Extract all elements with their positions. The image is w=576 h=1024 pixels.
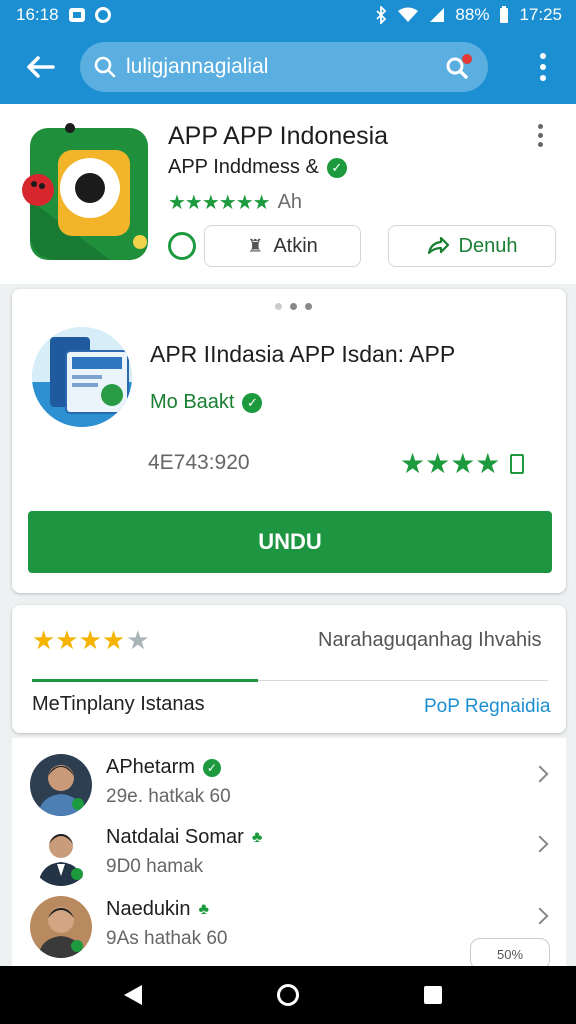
more-options-button[interactable] [530, 53, 556, 81]
chevron-right-icon[interactable] [531, 765, 549, 783]
chevron-right-icon[interactable] [531, 907, 549, 925]
rating-summary: Narahaguqanhag Ihvahis [318, 629, 542, 651]
featured-app-image[interactable] [32, 327, 132, 427]
featured-app-rating-stars: ★★★★ [400, 448, 501, 479]
featured-app-developer-name: Mo Baakt [150, 391, 235, 413]
signal-icon [430, 8, 445, 22]
app-title: APP APP Indonesia [168, 122, 389, 150]
app-rating: ★★★★★★ Ah [168, 190, 302, 215]
verified-icon: ✓ [326, 157, 347, 178]
thumbs-up-icon: ♣ [251, 828, 263, 846]
avatar [30, 754, 92, 816]
review-meta: 29e. hatkak 60 [106, 786, 231, 807]
bluetooth-icon [376, 6, 387, 24]
nav-recents-icon[interactable] [424, 986, 442, 1004]
featured-app-rating: ★★★★ [400, 447, 525, 480]
avatar [30, 824, 92, 886]
status-time-left: 16:18 [16, 5, 59, 24]
rating-stars-filled: ★★★★ [32, 625, 126, 655]
chevron-right-icon[interactable] [531, 835, 549, 853]
reviewer-name: APhetarm ✓ [106, 756, 221, 779]
thumb-icon: ♜ [247, 235, 264, 256]
bookmark-icon[interactable] [510, 453, 525, 474]
share-icon [427, 237, 449, 255]
list-item[interactable]: APhetarm ✓ 29e. hatkak 60 [12, 754, 566, 826]
featured-app-card: APR IIndasia APP Isdan: APP Mo Baakt ✓ 4… [12, 289, 566, 593]
app-icon[interactable] [20, 120, 156, 264]
like-button[interactable]: ♜ Atkin [204, 225, 361, 267]
reviewer-name-text: APhetarm [106, 756, 195, 778]
notification-icon [68, 8, 85, 22]
voice-search-icon[interactable] [444, 52, 474, 82]
smile-icon[interactable] [168, 232, 196, 260]
system-nav-bar [0, 966, 576, 1024]
search-icon [94, 56, 116, 78]
reviewer-name-text: Naedukin [106, 898, 191, 920]
install-button[interactable]: UNDU [28, 511, 552, 573]
app-more-options-button[interactable] [538, 124, 543, 147]
list-item[interactable]: Natdalai Somar ♣ 9D0 hamak [12, 824, 566, 896]
nav-home-icon[interactable] [277, 984, 299, 1006]
status-bar: 16:18 88% 17:25 [0, 0, 576, 30]
carousel-indicator [275, 303, 312, 310]
app-developer-name: APP Inddmess & [168, 156, 319, 178]
toolbar: luligjannagialial [0, 30, 576, 104]
tab-other[interactable]: PoP Regnaidia [424, 696, 550, 718]
app-developer[interactable]: APP Inddmess & ✓ [168, 156, 347, 179]
featured-app-title: APR IIndasia APP Isdan: APP [150, 341, 456, 367]
reviews-list: APhetarm ✓ 29e. hatkak 60 Natdalai Somar… [12, 738, 566, 970]
nav-back-icon[interactable] [124, 985, 142, 1005]
rating-stars-empty: ★ [126, 625, 150, 655]
verified-icon: ✓ [202, 758, 221, 777]
battery-percent: 88% [455, 5, 490, 24]
tab-reviews[interactable]: MeTinplany Istanas [32, 693, 205, 716]
review-meta: 9D0 hamak [106, 856, 204, 877]
featured-app-developer[interactable]: Mo Baakt ✓ [150, 391, 263, 414]
reviewer-name-text: Natdalai Somar [106, 826, 244, 848]
back-button[interactable] [0, 30, 80, 104]
arrow-back-icon [27, 56, 55, 78]
app-rating-stars: ★★★★★★ [168, 192, 271, 214]
share-button[interactable]: Denuh [388, 225, 556, 267]
avatar [30, 896, 92, 958]
featured-app-downloads: 4E743:920 [148, 451, 250, 474]
share-label: Denuh [458, 234, 518, 257]
wifi-icon [398, 7, 419, 22]
verified-icon: ✓ [242, 392, 263, 413]
reviewer-name: Natdalai Somar ♣ [106, 826, 262, 849]
search-bar[interactable]: luligjannagialial [80, 42, 488, 92]
like-label: Atkin [273, 234, 318, 257]
app-rating-count: Ah [277, 191, 303, 213]
review-meta: 9As hathak 60 [106, 928, 228, 949]
search-query[interactable]: luligjannagialial [126, 55, 444, 79]
reviewer-name: Naedukin ♣ [106, 898, 209, 921]
ratings-card: ★★★★ ★ Narahaguqanhag Ihvahis MeTinplany… [12, 605, 566, 733]
tab-indicator [32, 679, 258, 682]
sync-icon [94, 7, 111, 23]
status-clock: 17:25 [519, 5, 562, 24]
thumbs-up-icon: ♣ [198, 900, 210, 918]
battery-icon [500, 6, 509, 23]
tab-divider [258, 680, 548, 681]
rating-stars[interactable]: ★★★★ ★ [32, 625, 150, 656]
